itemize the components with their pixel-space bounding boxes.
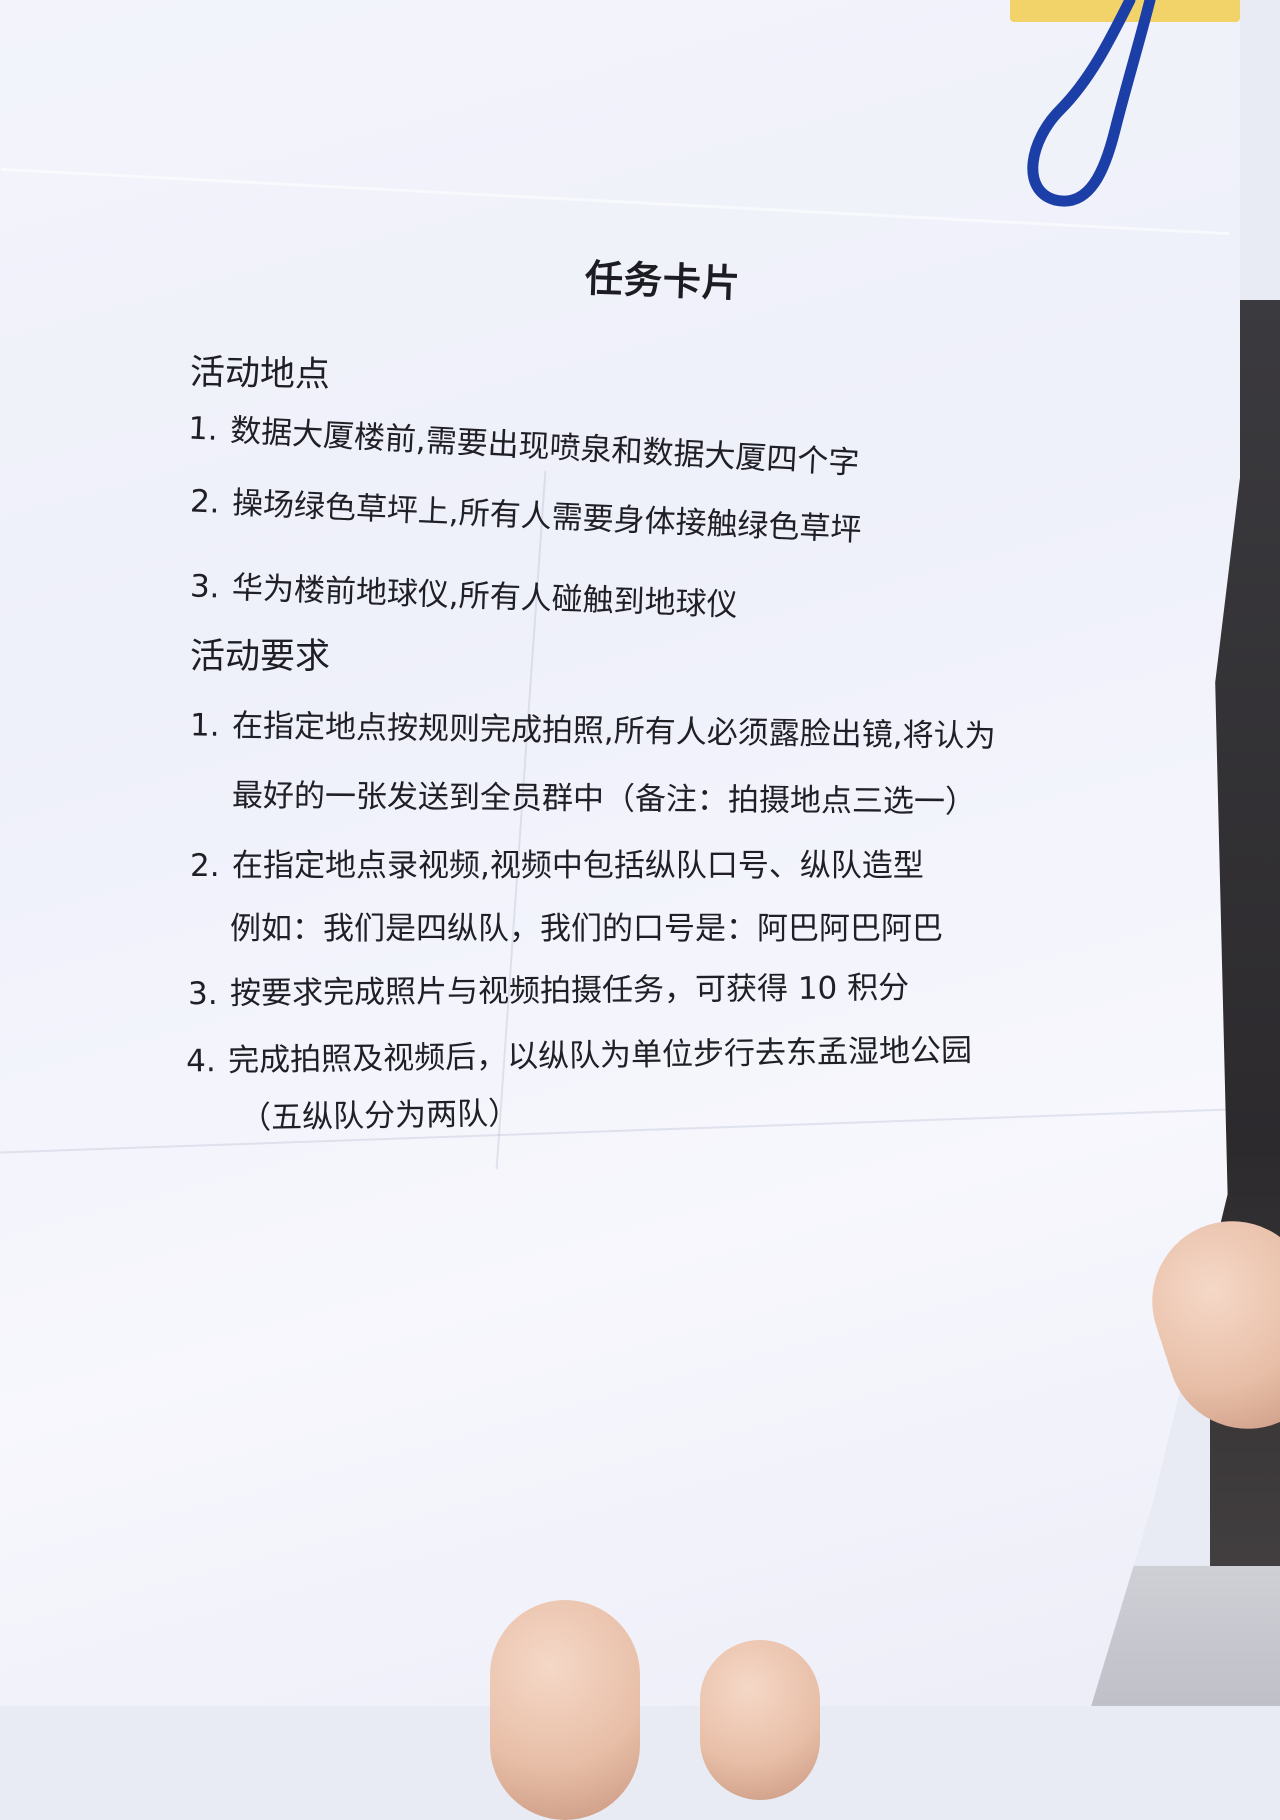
- list-item-continuation: 最好的一张发送到全员群中（备注：拍摄地点三选一）: [231, 777, 977, 821]
- list-item-number: 1.: [187, 410, 219, 448]
- section-heading-requirements: 活动要求: [190, 637, 331, 677]
- list-item-text: 操场绿色草坪上,所有人需要身体接触绿色草坪: [231, 485, 863, 549]
- list-item-continuation: （五纵队分为两队）: [239, 1095, 520, 1137]
- list-item: 2. 操场绿色草坪上,所有人需要身体接触绿色草坪: [189, 475, 862, 549]
- list-item-number: 1.: [189, 707, 220, 744]
- list-item-number: 4.: [185, 1043, 216, 1080]
- section-heading-locations: 活动地点: [189, 352, 331, 396]
- list-item: 4. 完成拍照及视频后，以纵队为单位步行去东孟湿地公园: [186, 1025, 973, 1081]
- list-item-number: 2.: [190, 848, 220, 884]
- list-item: 1. 数据大厦楼前,需要出现喷泉和数据大厦四个字: [187, 402, 860, 482]
- list-item: 3. 按要求完成照片与视频拍摄任务，可获得 10 积分: [188, 962, 910, 1013]
- list-item: 1. 在指定地点按规则完成拍照,所有人必须露脸出镜,将认为: [190, 699, 996, 755]
- list-item-text: 完成拍照及视频后，以纵队为单位步行去东孟湿地公园: [227, 1032, 973, 1079]
- list-item-number: 3.: [187, 975, 218, 1013]
- list-item-text: 按要求完成照片与视频拍摄任务，可获得 10 积分: [229, 969, 910, 1012]
- list-item: 3. 华为楼前地球仪,所有人碰触到地球仪: [189, 560, 738, 624]
- list-item-text: 在指定地点录视频,视频中包括纵队口号、纵队造型: [232, 848, 924, 884]
- list-item-number: 2.: [189, 483, 221, 521]
- list-item: 2. 在指定地点录视频,视频中包括纵队口号、纵队造型: [190, 840, 924, 885]
- list-item-text: 数据大厦楼前,需要出现喷泉和数据大厦四个字: [229, 412, 861, 482]
- list-item-number: 3.: [189, 568, 221, 606]
- list-item-continuation: 例如：我们是四纵队，我们的口号是：阿巴阿巴阿巴: [230, 911, 943, 947]
- card-content: 任务卡片 活动地点 1. 数据大厦楼前,需要出现喷泉和数据大厦四个字 2. 操场绿色…: [0, 0, 1240, 1706]
- list-item-text: 华为楼前地球仪,所有人碰触到地球仪: [231, 569, 739, 624]
- list-item-text: 在指定地点按规则完成拍照,所有人必须露脸出镜,将认为: [231, 707, 996, 755]
- page-title: 任务卡片: [584, 256, 742, 306]
